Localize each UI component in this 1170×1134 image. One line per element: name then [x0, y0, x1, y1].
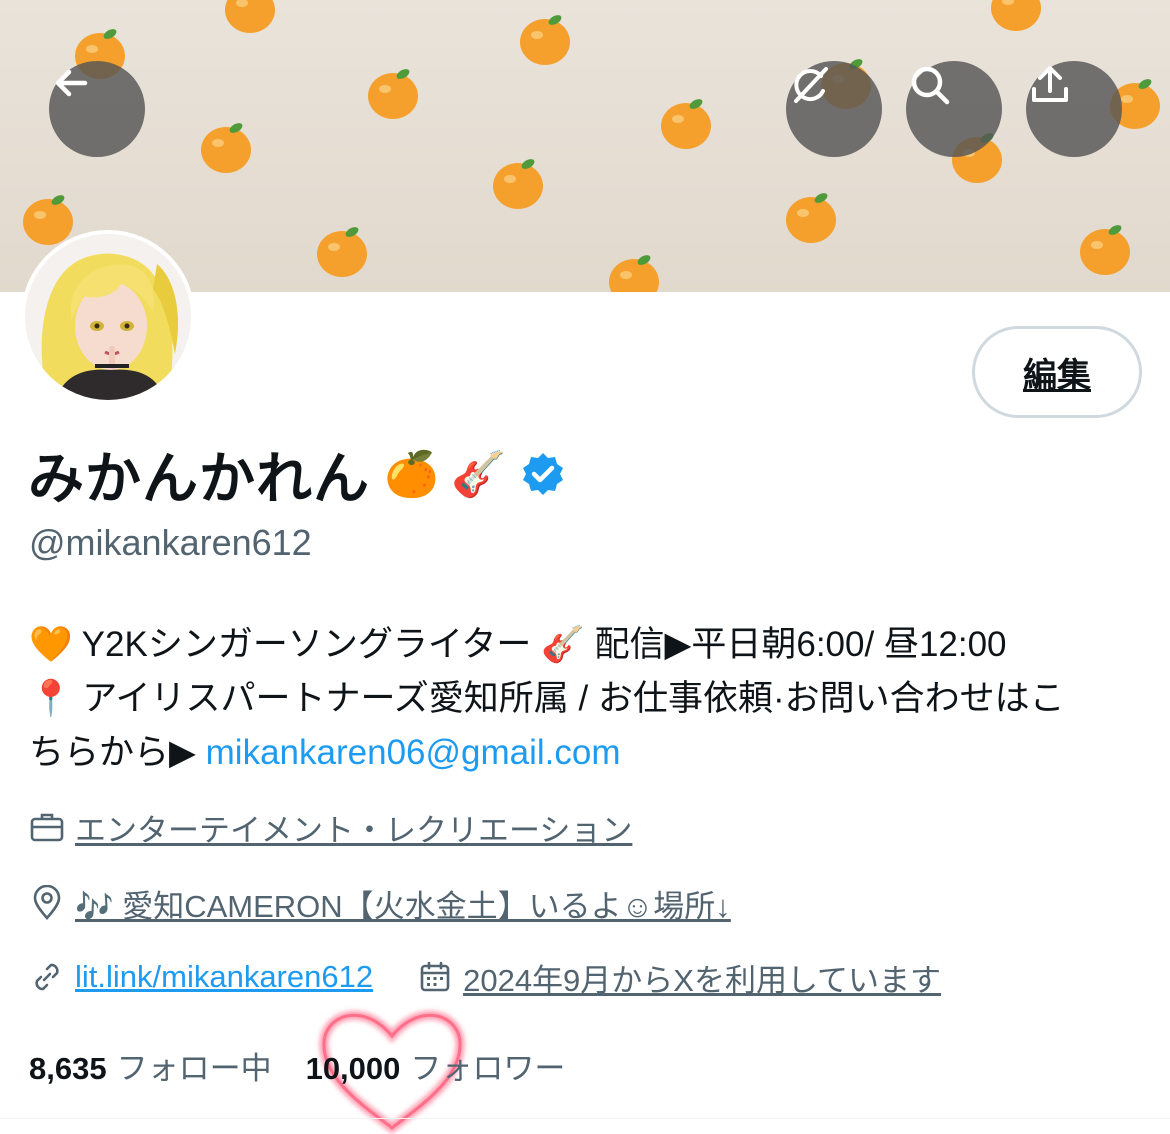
bio-line-2: 📍 アイリスパートナーズ愛知所属 / お仕事依頼·お問い合わせはこ [29, 679, 1065, 718]
following-label: フォロー中 [116, 1050, 272, 1086]
followers-label: フォロワー [410, 1050, 566, 1086]
orange-decoration [661, 99, 711, 149]
orange-decoration [991, 0, 1041, 31]
bio: 🧡 Y2Kシンガーソングライター 🎸 配信▶平日朝6:00/ 昼12:00 📍 … [29, 618, 1139, 780]
search-button[interactable] [906, 61, 1002, 157]
following-count: 8,635 [29, 1050, 107, 1086]
orange-decoration [493, 159, 543, 209]
bio-line-1: 🧡 Y2Kシンガーソングライター 🎸 配信▶平日朝6:00/ 昼12:00 [29, 625, 1007, 664]
avatar[interactable] [25, 234, 191, 400]
name-emojis: 🍊 🎸 [384, 450, 506, 499]
grok-icon [794, 67, 828, 103]
location-row: 🎶 愛知CAMERON【火水金土】いるよ☺場所↓ [29, 878, 731, 928]
orange-decoration [225, 0, 275, 33]
orange-decoration [368, 69, 418, 119]
bio-line-3: ちらから▶ mikankaren06@gmail.com [29, 726, 1139, 780]
share-upload-icon [1032, 66, 1068, 102]
grok-button[interactable] [786, 61, 882, 157]
display-name: みかんかれん [28, 446, 370, 510]
link-icon [29, 959, 65, 995]
orange-decoration [201, 123, 251, 173]
followers-link[interactable]: 10,000 フォロワー [306, 1043, 566, 1088]
search-icon [911, 66, 950, 105]
share-button[interactable] [1026, 61, 1122, 157]
bio-email-link[interactable]: mikankaren06@gmail.com [206, 733, 621, 772]
user-handle: @mikankaren612 [29, 522, 312, 563]
verified-badge-icon[interactable] [520, 451, 566, 497]
category-row[interactable]: エンターテイメント・レクリエーション [29, 802, 632, 852]
avatar-illustration [25, 234, 191, 400]
edit-profile-button[interactable]: 編集 [972, 326, 1142, 418]
calendar-icon [417, 959, 453, 995]
follow-counts: 8,635 フォロー中 10,000 フォロワー [29, 1040, 565, 1090]
category-text[interactable]: エンターテイメント・レクリエーション [75, 805, 632, 850]
briefcase-icon [29, 809, 65, 845]
location-pin-icon [29, 885, 65, 921]
following-link[interactable]: 8,635 フォロー中 [29, 1043, 272, 1088]
joined-date: 2024年9月からXを利用しています [463, 962, 942, 998]
orange-decoration [317, 227, 367, 277]
arrow-left-icon [55, 69, 88, 97]
bio-line-3-prefix: ちらから▶ [29, 733, 206, 772]
orange-decoration [786, 193, 836, 243]
followers-count: 10,000 [305, 1050, 401, 1086]
name-row: みかんかれん 🍊 🎸 [28, 436, 566, 512]
link-date-row: lit.link/mikankaren612 2024年9月からXを利用していま… [29, 952, 941, 1002]
website-link[interactable]: lit.link/mikankaren612 [75, 959, 373, 995]
orange-decoration [520, 15, 570, 65]
divider [0, 1118, 1170, 1119]
location-text: 🎶 愛知CAMERON【火水金土】いるよ☺場所↓ [75, 888, 731, 924]
back-button[interactable] [49, 61, 145, 157]
orange-decoration [1080, 225, 1130, 275]
orange-decoration [609, 255, 659, 292]
